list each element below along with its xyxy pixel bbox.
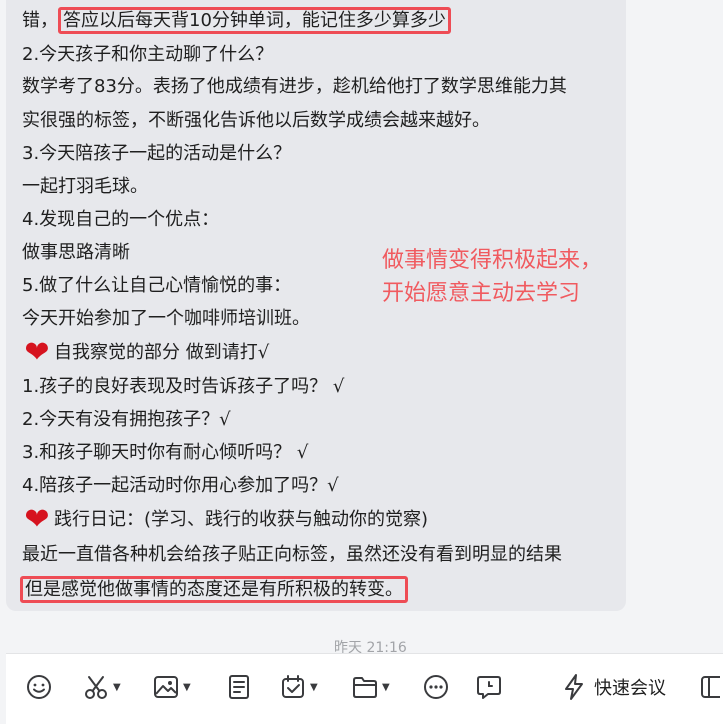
highlight-box: 但是感觉他做事情的态度还是有所积极的转变。 [20,576,408,603]
annotation-line: 开始愿意主动去学习 [382,281,581,306]
document-icon [226,674,252,700]
chevron-down-icon[interactable]: ▼ [310,682,318,693]
message-line: 1.孩子的良好表现及时告诉孩子了吗？ √ [22,376,345,397]
highlight-box: 答应以后每天背10分钟单词，能记住多少算多少 [58,7,451,34]
message-line: 但是感觉他做事情的态度还是有所积极的转变。 [20,573,408,607]
more-icon [423,674,449,700]
message-line: 今天开始参加了一个咖啡师培训班。 [22,308,310,329]
message-line: 4.发现自己的一个优点： [22,209,220,230]
message-line: 错， 答应以后每天背10分钟单词，能记住多少算多少 [22,4,451,38]
scissors-icon [83,674,109,700]
panel-icon [700,675,720,699]
message-line: 一起打羽毛球。 [22,176,148,197]
annotation-line: 做事情变得积极起来， [382,248,603,273]
chevron-down-icon[interactable]: ▼ [183,682,191,693]
message-line: 5.做了什么让自己心情愉悦的事： [22,275,292,296]
message-text: 错， [22,10,58,31]
emoji-button[interactable] [26,672,52,702]
input-toolbar: ▼ ▼ ▼ ▼ 快速会议 [6,653,723,724]
image-icon [153,674,179,700]
message-line: 实很强的标签，不断强化告诉他以后数学成绩会越来越好。 [22,110,490,131]
heart-icon: ❤ [24,335,50,370]
message-line: 做事思路清晰 [22,242,130,263]
message-line: 3.和孩子聊天时你有耐心倾听吗？ √ [22,442,309,463]
chat-icon [476,674,502,700]
screenshot-button[interactable]: ▼ [83,672,121,702]
schedule-button[interactable]: ▼ [280,672,318,702]
message-text: 践行日记：(学习、践行的收获与触动你的觉察) [54,509,429,530]
quick-meeting-label: 快速会议 [594,678,666,699]
more-button[interactable] [423,672,449,702]
message-line: 2.今天孩子和你主动聊了什么？ [22,44,274,65]
sidebar-toggle-button[interactable] [700,672,720,702]
chevron-down-icon[interactable]: ▼ [382,682,390,693]
chat-button[interactable] [476,672,502,702]
message-line: 2.今天有没有拥抱孩子？√ [22,409,231,430]
message-text: 自我察觉的部分 做到请打√ [54,342,270,363]
message-line: 最近一直借各种机会给孩子贴正向标签，虽然还没有看到明显的结果 [22,544,562,565]
lightning-icon [562,673,586,701]
heart-icon: ❤ [24,502,50,537]
message-line: 4.陪孩子一起活动时你用心参加了吗？√ [22,475,339,496]
folder-icon [352,674,378,700]
folder-button[interactable]: ▼ [352,672,390,702]
chevron-down-icon[interactable]: ▼ [113,682,121,693]
message-line: 数学考了83分。表扬了他成绩有进步，趁机给他打了数学思维能力其 [22,76,567,97]
annotation-note: 做事情变得积极起来， 开始愿意主动去学习 [382,244,622,310]
quick-meeting-button[interactable]: 快速会议 [562,672,666,702]
emoji-icon [26,674,52,700]
image-button[interactable]: ▼ [153,672,191,702]
message-line: 3.今天陪孩子一起的活动是什么？ [22,143,292,164]
document-button[interactable] [226,672,252,702]
message-line: ❤ 践行日记：(学习、践行的收获与触动你的觉察) [20,503,428,537]
message-line: ❤ 自我察觉的部分 做到请打√ [20,336,269,370]
calendar-check-icon [280,674,306,700]
